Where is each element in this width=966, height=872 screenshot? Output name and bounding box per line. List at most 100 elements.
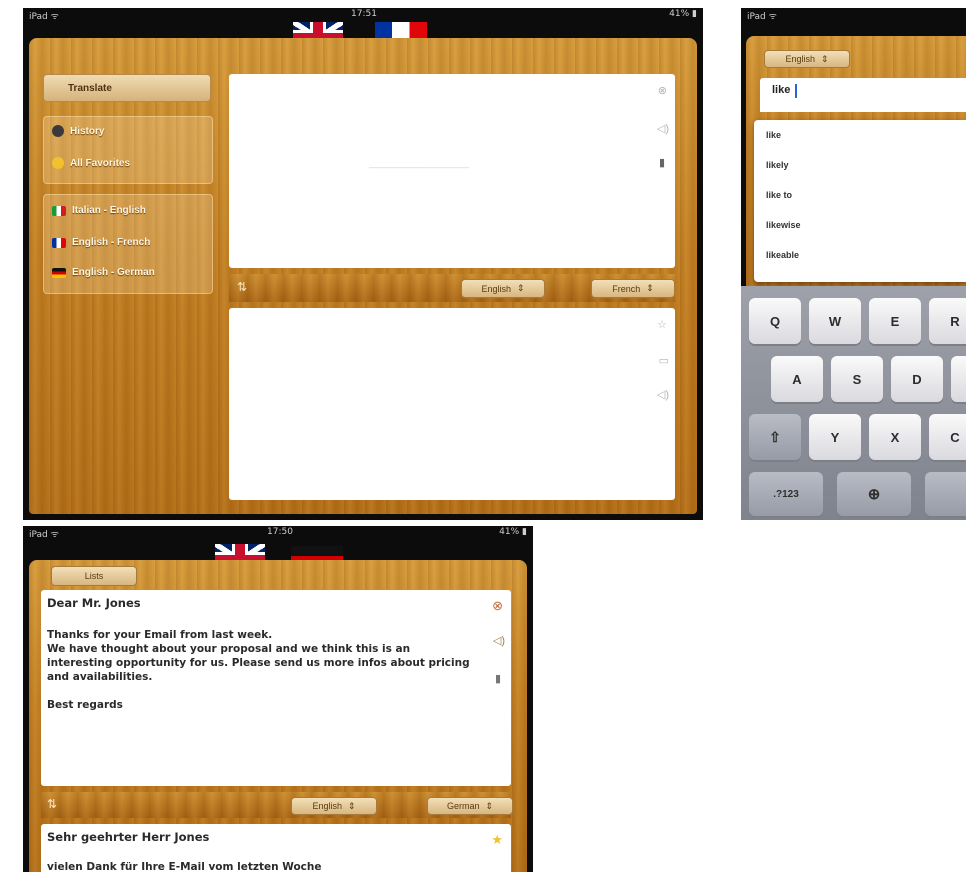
status-carrier: iPad ᯤ bbox=[29, 530, 59, 540]
favorites-label: All Favorites bbox=[70, 157, 131, 169]
germany-flag-icon bbox=[52, 267, 66, 278]
star-icon[interactable]: ★ bbox=[491, 832, 503, 848]
source-lang-label: English bbox=[312, 801, 342, 811]
key-w[interactable]: W bbox=[809, 298, 861, 344]
suggestion-item[interactable]: likely bbox=[766, 160, 789, 170]
source-line bbox=[47, 614, 477, 628]
clear-icon[interactable]: ⊗ bbox=[492, 598, 503, 614]
clock-icon bbox=[52, 125, 64, 137]
globe-icon[interactable]: ⊕ bbox=[837, 472, 911, 516]
sidebar-pairs-panel: Italian - English English - French Engli… bbox=[43, 194, 213, 294]
app-background: Translate History All Favorites Italian … bbox=[29, 38, 697, 514]
chevron-icon: ⇕ bbox=[820, 53, 829, 64]
pair-label-0: Italian - English bbox=[72, 205, 146, 216]
sidebar-item-favorites[interactable]: All Favorites bbox=[52, 157, 130, 169]
pair-label-1: English - French bbox=[72, 237, 151, 248]
star-outline-icon[interactable]: ☆ bbox=[657, 318, 667, 331]
microphone-icon[interactable]: ▮ bbox=[495, 672, 501, 685]
source-text-area[interactable]: ‒‒‒‒‒‒‒‒‒‒‒‒‒‒‒‒‒‒‒‒ ⊗ ◁) ▮ bbox=[229, 74, 675, 268]
output-line: vielen Dank für Ihre E-Mail vom letzten … bbox=[47, 861, 322, 872]
key-e[interactable]: E bbox=[869, 298, 921, 344]
suggestion-item[interactable]: like to bbox=[766, 190, 792, 200]
app-background: English ⇕ like like likely like to likew… bbox=[746, 36, 966, 292]
key-x[interactable]: X bbox=[869, 414, 921, 460]
swap-icon[interactable]: ⇅ bbox=[47, 797, 57, 811]
status-time: 17:50 bbox=[267, 527, 293, 537]
translation-output-area[interactable]: ☆ ▭ ◁) bbox=[229, 308, 675, 500]
target-language-select[interactable]: French ⇕ bbox=[591, 279, 675, 298]
source-lang-label: English bbox=[481, 283, 511, 294]
language-select[interactable]: English ⇕ bbox=[764, 50, 850, 68]
translate-button[interactable]: Translate bbox=[43, 74, 211, 102]
clear-icon[interactable]: ⊗ bbox=[658, 84, 667, 97]
chevron-icon: ⇕ bbox=[485, 800, 494, 811]
language-bar: ⇅ English ⇕ French ⇕ bbox=[229, 274, 675, 302]
status-carrier: iPad ᯤ bbox=[747, 12, 777, 22]
source-line: Thanks for your Email from last week. bbox=[47, 629, 273, 641]
share-icon[interactable]: ▭ bbox=[659, 354, 669, 367]
key-space-partial[interactable] bbox=[925, 472, 966, 516]
source-line bbox=[47, 684, 477, 698]
speaker-icon[interactable]: ◁) bbox=[657, 122, 669, 135]
source-text-area[interactable]: Dear Mr. Jones Thanks for your Email fro… bbox=[41, 590, 511, 786]
target-lang-label: French bbox=[612, 283, 641, 294]
ipad-screen-translate: iPad ᯤ 17:51 41% ▮ Translate History All… bbox=[23, 8, 703, 520]
source-line: We have thought about your proposal and … bbox=[47, 643, 411, 655]
sidebar-item-english-french[interactable]: English - French bbox=[52, 237, 150, 248]
suggestion-list: like likely like to likewise likeable bbox=[754, 120, 966, 282]
status-carrier: iPad ᯤ bbox=[29, 12, 59, 22]
swap-icon[interactable]: ⇅ bbox=[237, 280, 247, 294]
key-y[interactable]: Y bbox=[809, 414, 861, 460]
source-text: Dear Mr. Jones Thanks for your Email fro… bbox=[47, 596, 477, 712]
sidebar-item-english-german[interactable]: English - German bbox=[52, 267, 155, 278]
status-battery: 41% ▮ bbox=[669, 9, 697, 19]
key-q[interactable]: Q bbox=[749, 298, 801, 344]
chevron-icon: ⇕ bbox=[516, 283, 525, 293]
france-flag-icon bbox=[52, 237, 66, 248]
sidebar-item-history[interactable]: History bbox=[52, 125, 104, 137]
history-label: History bbox=[70, 125, 105, 137]
target-lang-label: German bbox=[446, 801, 480, 811]
app-background: Lists Dear Mr. Jones Thanks for your Ema… bbox=[29, 560, 527, 872]
suggestion-item[interactable]: like bbox=[766, 130, 781, 140]
lists-tab-button[interactable]: Lists bbox=[51, 566, 137, 586]
source-line: interesting opportunity for us. Please s… bbox=[47, 657, 470, 669]
sidebar-item-italian-english[interactable]: Italian - English bbox=[52, 205, 146, 216]
input-value: like bbox=[772, 84, 791, 96]
speaker-icon[interactable]: ◁) bbox=[493, 634, 505, 647]
italy-flag-icon bbox=[52, 205, 66, 216]
key-partial[interactable] bbox=[951, 356, 966, 402]
suggestion-item[interactable]: likeable bbox=[766, 250, 799, 260]
target-language-select[interactable]: German ⇕ bbox=[427, 797, 513, 815]
input-hint: ‒‒‒‒‒‒‒‒‒‒‒‒‒‒‒‒‒‒‒‒ bbox=[369, 162, 470, 172]
text-cursor bbox=[795, 84, 797, 98]
status-battery: 41% ▮ bbox=[499, 527, 527, 537]
source-line: Best regards bbox=[47, 699, 123, 711]
key-s[interactable]: S bbox=[831, 356, 883, 402]
microphone-icon[interactable]: ▮ bbox=[659, 156, 665, 169]
sidebar-history-panel: History All Favorites bbox=[43, 116, 213, 184]
shift-key[interactable]: ⇧ bbox=[749, 414, 801, 460]
status-time: 17:51 bbox=[351, 9, 377, 19]
speaker-icon[interactable]: ◁) bbox=[657, 388, 669, 401]
ipad-screen-autocomplete: iPad ᯤ English ⇕ like like likely like t… bbox=[741, 8, 966, 520]
pair-label-2: English - German bbox=[72, 267, 155, 278]
lang-label: English bbox=[785, 54, 815, 64]
key-a[interactable]: A bbox=[771, 356, 823, 402]
numbers-key[interactable]: .?123 bbox=[749, 472, 823, 516]
keyboard: Q W E R A S D ⇧ Y X C .?123 ⊕ bbox=[741, 286, 966, 520]
translation-output-area[interactable]: Sehr geehrter Herr Jones vielen Dank für… bbox=[41, 824, 511, 872]
suggestion-item[interactable]: likewise bbox=[766, 220, 801, 230]
key-c[interactable]: C bbox=[929, 414, 966, 460]
source-language-select[interactable]: English ⇕ bbox=[291, 797, 377, 815]
key-d[interactable]: D bbox=[891, 356, 943, 402]
star-icon bbox=[52, 157, 64, 169]
key-r[interactable]: R bbox=[929, 298, 966, 344]
language-bar: ⇅ English ⇕ German ⇕ bbox=[41, 792, 513, 818]
source-line: and availabilities. bbox=[47, 671, 153, 683]
search-input[interactable]: like bbox=[760, 78, 966, 112]
ipad-screen-letter: iPad ᯤ 17:50 41% ▮ Lists Dear Mr. Jones … bbox=[23, 526, 533, 872]
output-line: Sehr geehrter Herr Jones bbox=[47, 830, 210, 844]
source-language-select[interactable]: English ⇕ bbox=[461, 279, 545, 298]
chevron-icon: ⇕ bbox=[646, 283, 654, 293]
